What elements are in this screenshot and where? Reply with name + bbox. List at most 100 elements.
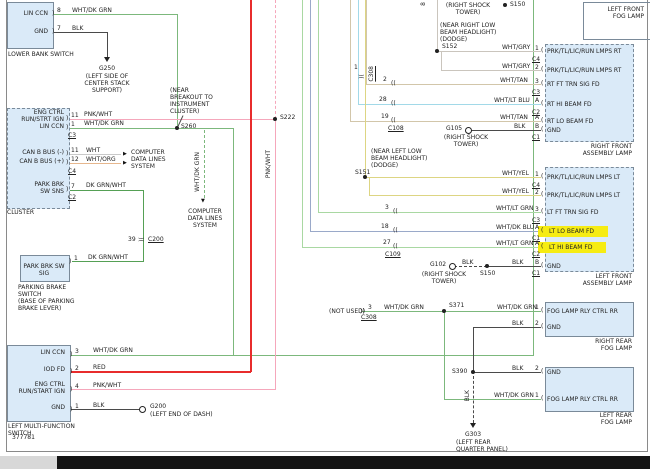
rf-wire6-label: BLK — [514, 123, 525, 130]
c109-pin-18: 18 — [381, 223, 389, 230]
wire-whtyel-row2 — [369, 195, 541, 196]
wire-whtdkblu-vert — [310, 0, 311, 232]
g105-ground-icon — [465, 127, 472, 134]
lbs-pin-bracket: ) — [52, 28, 54, 35]
rr-relay-wire-label: WHT/DK GRN — [497, 304, 537, 311]
mfs-pin-4: 4 — [75, 383, 79, 390]
rf-row-lo: RT LO BEAM FD — [547, 118, 593, 125]
wire-whtgry-row2 — [441, 70, 541, 71]
cluster-pin-eng-label: ENG CTRL RUN/STRT IGN — [8, 109, 64, 123]
mfs-pin-iod-label: IOD FD — [7, 366, 65, 373]
left-front-fog-lamp-caption: LEFT FRONT FOG LAMP — [586, 6, 644, 20]
cluster-caption: CLUSTER — [7, 209, 34, 216]
lf-connector-c1b[interactable]: C1 — [532, 270, 540, 277]
wire-whtdkgrn-vert-right — [533, 0, 534, 356]
mfs-pin-bracket: ) — [70, 386, 72, 393]
wire-whtyel-row1 — [365, 177, 541, 178]
lf-wire2-label: WHT/YEL — [502, 188, 529, 195]
s371-wire-left-label: WHT/DK GRN — [384, 304, 424, 311]
s371-label: S371 — [449, 302, 464, 309]
cluster-pin-11b: 11 — [71, 147, 79, 154]
wire-blk-g303-dash — [473, 376, 474, 423]
lf-row-trn: LT FT TRN SIG FD — [547, 209, 598, 216]
lf-connector-c4[interactable]: C4 — [532, 182, 540, 189]
wire-whtgry-vert — [437, 0, 438, 52]
s150-splice-dot — [485, 264, 489, 268]
s151-label: S151 — [355, 169, 370, 176]
wire-whtltblu-vert — [358, 0, 359, 105]
s222-label: S222 — [280, 114, 295, 121]
right-shock-tower-note-top: (RIGHT SHOCK TOWER) — [440, 2, 496, 16]
cluster-can-plus-wire-label: WHT/ORG — [86, 156, 116, 163]
rf-connector-c3[interactable]: C3 — [532, 89, 540, 96]
lr-gnd-wire-label: BLK — [512, 365, 523, 372]
c308-connector-vert[interactable]: C308 — [369, 66, 375, 82]
c200-connector[interactable]: C200 — [148, 236, 164, 243]
rf-row-prk2: PRK/TL/LIC/RUN LMPS RT — [547, 67, 621, 74]
wire-dkgrnwht-vert — [143, 190, 144, 262]
wire-pnkwht-mfs — [69, 389, 276, 390]
s390-label: S390 — [452, 368, 467, 375]
wire-whtltgrn-row1 — [318, 212, 541, 213]
rr-caption: RIGHT REAR FOG LAMP — [560, 338, 632, 352]
lower-bank-switch-caption: LOWER BANK SWITCH — [8, 51, 74, 58]
wire-blk-g105 — [470, 130, 541, 131]
near-right-low-note: (NEAR RIGHT LOW BEAM HEADLIGHT) (DODGE) — [440, 22, 496, 43]
cluster-pin-12: 12 — [71, 156, 79, 163]
c109-connector[interactable]: C109 — [385, 251, 401, 258]
rr-pin-2: 2 — [535, 320, 539, 327]
cluster-connector-c3[interactable]: C3 — [68, 132, 76, 139]
lf-pin-b: B — [535, 259, 539, 266]
rf-row-gnd: GND — [547, 127, 561, 134]
g102-location: (RIGHT SHOCK TOWER) — [416, 271, 472, 285]
g200-label: G200 — [150, 403, 166, 410]
mfs-pin-bracket: ) — [70, 406, 72, 413]
cluster-pin-bracket: ) — [66, 150, 68, 157]
cluster-pin-bracket: ) — [66, 124, 68, 131]
cluster-connector-c4[interactable]: C4 — [68, 168, 76, 175]
doc-number: 377781 — [12, 434, 35, 441]
rr-bracket: ( — [541, 307, 543, 314]
rr-row-gnd: GND — [547, 324, 561, 331]
computer-data-lines-note: COMPUTER DATA LINES SYSTEM — [131, 149, 166, 170]
lf-connector-c3[interactable]: C3 — [532, 217, 540, 224]
whtdkgrn-vertical-label: WHT/DK GRN — [195, 152, 201, 192]
cluster-connector-c2[interactable]: C2 — [68, 194, 76, 201]
wire-pnkwht-vert — [275, 119, 276, 390]
s222-splice-dot — [273, 117, 277, 121]
wire-red-vert — [250, 0, 252, 372]
s150-label: S150 — [480, 270, 495, 277]
c108-connector[interactable]: C108 — [388, 125, 404, 132]
lbs-pin-gnd-label: GND — [10, 28, 48, 35]
c308-pin-3: 3 — [368, 304, 372, 311]
rf-connector-c1[interactable]: C1 — [532, 134, 540, 141]
g102-blk-label: BLK — [462, 259, 473, 266]
wire-whttan-row2 — [350, 121, 541, 122]
wire-whtltblu-row — [358, 104, 541, 105]
rf-bracket: ( — [541, 126, 543, 133]
c200-connector-icon: )( — [137, 237, 144, 242]
cluster-park-wire-label: DK GRN/WHT — [86, 182, 126, 189]
g105-label: G105 — [446, 125, 462, 132]
g303-location: (LEFT REAR QUARTER PANEL) — [456, 439, 508, 453]
page-border-right — [647, 0, 648, 452]
lf-bracket: ( — [541, 191, 543, 198]
mfs-pin-2: 2 — [75, 365, 79, 372]
c308-connector-2[interactable]: C308 — [361, 314, 377, 321]
wire-whtdkgrn-vert-mfs — [233, 128, 234, 356]
c109-pin-3: 3 — [385, 204, 389, 211]
lf-wire1-label: WHT/YEL — [502, 170, 529, 177]
c108-symbol: (( — [391, 117, 396, 124]
rf-pin-a1: A — [535, 97, 539, 104]
lf-connector-c2[interactable]: C2 — [532, 251, 540, 258]
cluster-pin-can-minus-label: CAN B BUS (-) — [8, 149, 64, 156]
lf-pin-1: 1 — [535, 171, 539, 178]
g200-ground-icon — [139, 406, 146, 413]
wire-pnkwht-dashed-top — [275, 0, 276, 119]
lf-caption: LEFT FRONT ASSEMBLY LAMP — [560, 273, 632, 287]
wire-whtgry-row1 — [437, 51, 541, 52]
wire-whtdkgrn-cluster — [68, 128, 234, 129]
c308-symbol-vert: )( — [357, 74, 364, 79]
rf-connector-c4[interactable]: C4 — [532, 56, 540, 63]
lbs-pin-8: 8 — [57, 7, 61, 14]
